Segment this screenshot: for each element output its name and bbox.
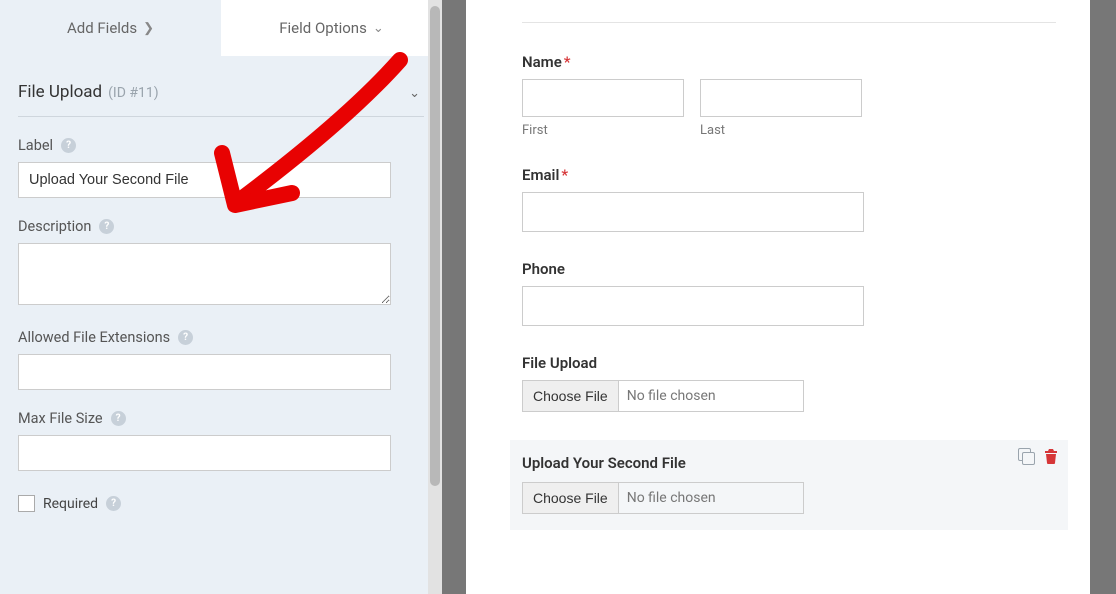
chevron-right-icon: ❯ — [143, 21, 154, 36]
sidebar: Add Fields ❯ Field Options ⌄ File Upload… — [0, 0, 442, 594]
label-input[interactable] — [18, 162, 391, 198]
sublabel: First — [522, 123, 684, 138]
trash-icon[interactable] — [1044, 448, 1058, 464]
email-input[interactable] — [522, 192, 864, 232]
field-email[interactable]: Email* — [522, 166, 1056, 232]
choose-file-button[interactable]: Choose File — [523, 381, 619, 411]
help-icon[interactable]: ? — [111, 411, 126, 426]
sidebar-tabs: Add Fields ❯ Field Options ⌄ — [0, 0, 442, 56]
option-required: Required ? — [18, 495, 424, 512]
option-title: Max File Size — [18, 410, 103, 427]
option-max-file-size: Max File Size ? — [18, 410, 424, 471]
panel-header[interactable]: File Upload (ID #11) ⌄ — [18, 82, 424, 117]
duplicate-icon[interactable] — [1018, 448, 1034, 464]
maxsize-input[interactable] — [18, 435, 391, 471]
option-label: Label ? — [18, 137, 424, 198]
field-label: Email — [522, 166, 559, 184]
field-file-upload-2-selected[interactable]: Upload Your Second File Choose File No f… — [510, 440, 1068, 530]
option-title: Label — [18, 137, 53, 154]
help-icon[interactable]: ? — [178, 330, 193, 345]
help-icon[interactable]: ? — [106, 496, 121, 511]
tab-field-options[interactable]: Field Options ⌄ — [221, 0, 442, 56]
field-phone[interactable]: Phone — [522, 260, 1056, 326]
tab-add-fields[interactable]: Add Fields ❯ — [0, 0, 221, 56]
file-status: No file chosen — [619, 388, 716, 404]
divider — [522, 22, 1056, 23]
required-checkbox[interactable] — [18, 495, 35, 512]
field-label: Phone — [522, 260, 1056, 278]
option-allowed-extensions: Allowed File Extensions ? — [18, 329, 424, 390]
description-textarea[interactable] — [18, 243, 391, 305]
file-status: No file chosen — [619, 490, 716, 506]
last-name-input[interactable] — [700, 79, 862, 117]
field-options-panel: File Upload (ID #11) ⌄ Label ? Descripti… — [0, 56, 442, 530]
required-asterisk: * — [561, 166, 568, 184]
scrollbar-thumb[interactable] — [430, 6, 440, 486]
field-label: Name — [522, 53, 562, 71]
divider-gap — [442, 0, 466, 594]
option-title: Allowed File Extensions — [18, 329, 170, 346]
choose-file-button[interactable]: Choose File — [523, 483, 619, 513]
form-preview: Name* First Last Email* — [466, 0, 1116, 594]
extensions-input[interactable] — [18, 354, 391, 390]
first-name-input[interactable] — [522, 79, 684, 117]
field-label: File Upload — [522, 354, 1056, 372]
panel-id: (ID #11) — [108, 85, 159, 101]
field-file-upload-1[interactable]: File Upload Choose File No file chosen — [522, 354, 1056, 412]
required-asterisk: * — [564, 53, 571, 71]
chevron-down-icon[interactable]: ⌄ — [409, 86, 424, 101]
phone-input[interactable] — [522, 286, 864, 326]
panel-title: File Upload — [18, 82, 102, 102]
help-icon[interactable]: ? — [99, 219, 114, 234]
option-description: Description ? — [18, 218, 424, 309]
option-title: Description — [18, 218, 91, 235]
sublabel: Last — [700, 123, 862, 138]
sidebar-scrollbar[interactable] — [428, 0, 442, 594]
field-name[interactable]: Name* First Last — [522, 53, 1056, 138]
chevron-down-icon: ⌄ — [373, 21, 384, 36]
right-frame-edge — [1090, 0, 1116, 594]
tab-label: Field Options — [279, 19, 367, 37]
field-label: Upload Your Second File — [522, 454, 1056, 472]
tab-label: Add Fields — [67, 19, 137, 37]
help-icon[interactable]: ? — [61, 138, 76, 153]
option-title: Required — [43, 496, 98, 512]
